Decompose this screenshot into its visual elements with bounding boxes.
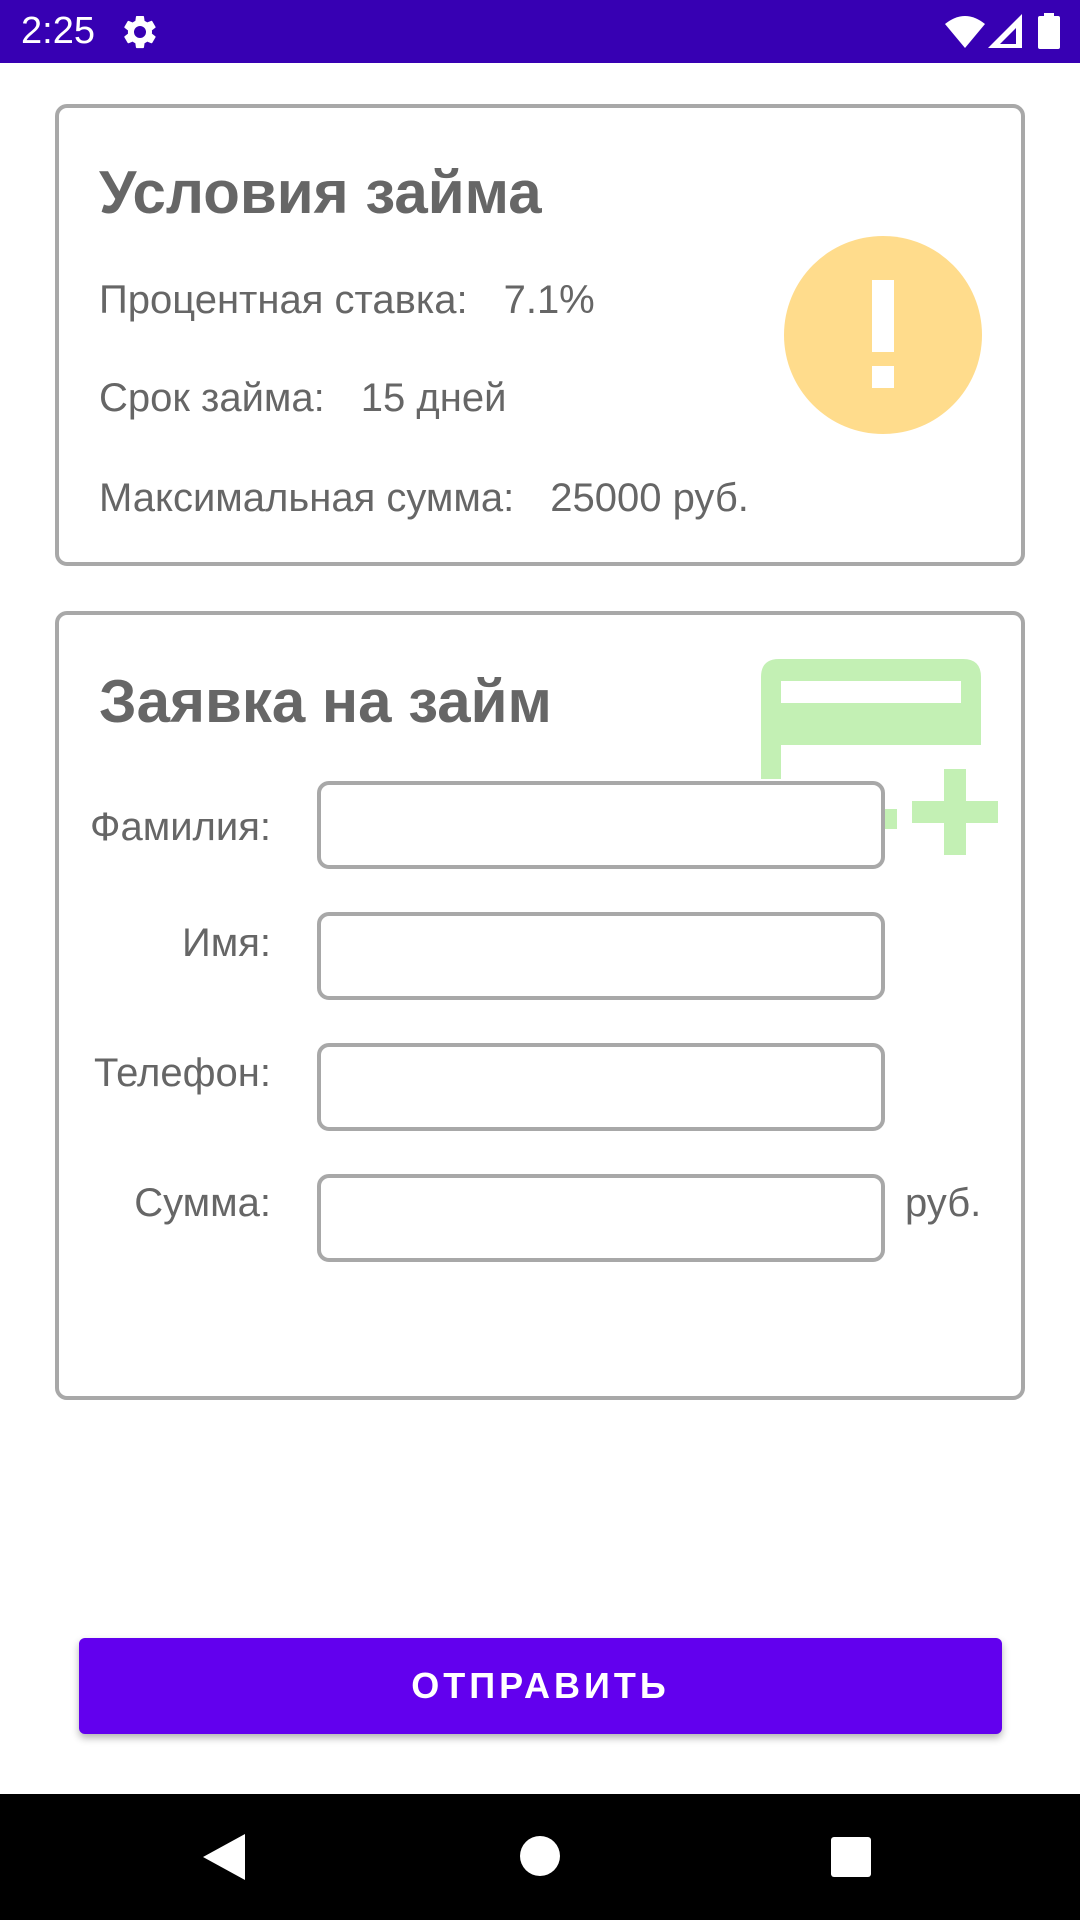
lastname-label: Фамилия:: [90, 805, 271, 849]
interest-rate-label: Процентная ставка:: [99, 278, 468, 322]
loan-terms-card: Условия займа Процентная ставка: 7.1% Сро…: [55, 104, 1025, 566]
firstname-input[interactable]: [317, 912, 885, 1000]
interest-rate-value: 7.1%: [503, 278, 595, 322]
navigation-bar: [0, 1794, 1080, 1920]
loan-form-title: Заявка на займ: [99, 668, 552, 735]
signal-icon: [988, 14, 1022, 48]
firstname-label: Имя:: [181, 921, 271, 965]
phone-input[interactable]: [317, 1043, 885, 1131]
recents-icon[interactable]: [831, 1837, 871, 1877]
back-icon[interactable]: [203, 1834, 245, 1880]
loan-term-label: Срок займа:: [99, 376, 325, 420]
max-amount-label: Максимальная сумма:: [99, 476, 515, 520]
warning-icon: [784, 236, 982, 434]
status-time: 2:25: [21, 10, 95, 52]
gear-icon: [124, 15, 156, 49]
wifi-icon: [945, 16, 985, 48]
loan-form-card: Заявка на займ Фамилия: Имя: Телефон: Су…: [55, 611, 1025, 1400]
loan-term-value: 15 дней: [360, 376, 507, 420]
status-bar: 2:25: [0, 0, 1080, 63]
loan-term-row: Срок займа: 15 дней: [99, 376, 506, 421]
max-amount-value: 25000 руб.: [550, 476, 749, 520]
submit-button[interactable]: ОТПРАВИТЬ: [79, 1638, 1002, 1734]
battery-icon: [1038, 13, 1060, 49]
max-amount-row: Максимальная сумма: 25000 руб.: [99, 476, 749, 521]
sum-unit-label: руб.: [905, 1181, 982, 1225]
loan-terms-title: Условия займа: [99, 159, 542, 226]
sum-label: Сумма:: [134, 1181, 271, 1225]
phone-label: Телефон:: [93, 1051, 271, 1095]
sum-input[interactable]: [317, 1174, 885, 1262]
interest-rate-row: Процентная ставка: 7.1%: [99, 278, 595, 323]
lastname-input[interactable]: [317, 781, 885, 869]
home-icon[interactable]: [520, 1836, 560, 1876]
